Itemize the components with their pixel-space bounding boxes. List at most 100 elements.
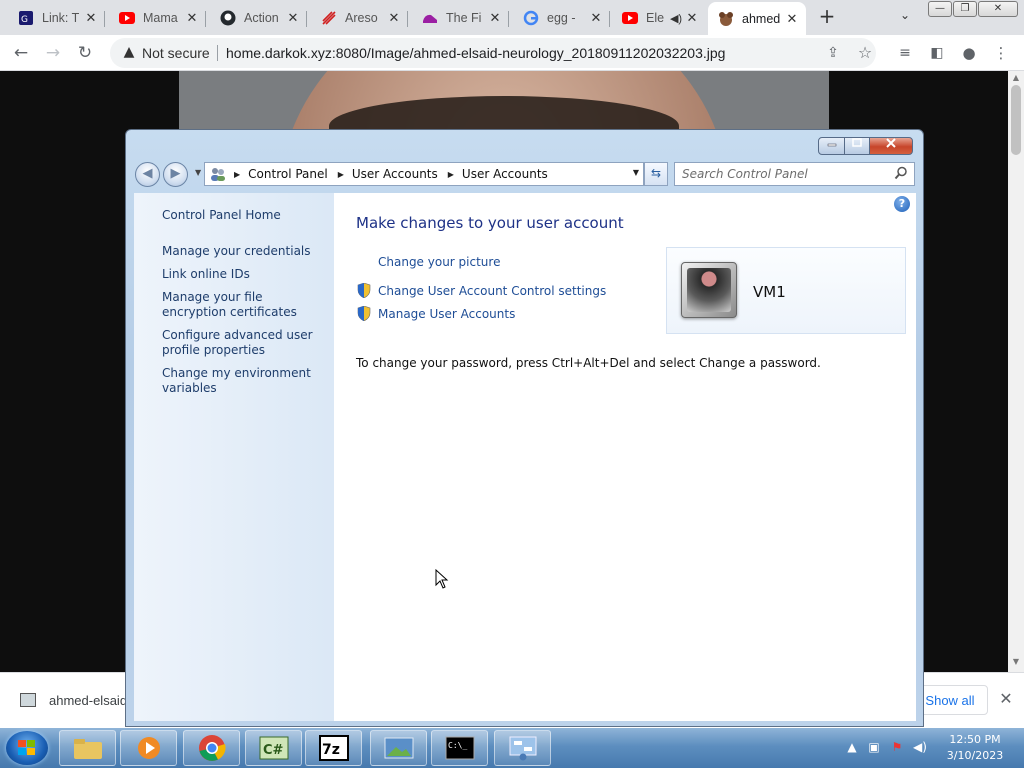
tab-title: Action xyxy=(244,11,279,25)
close-icon[interactable]: ✕ xyxy=(684,10,700,26)
account-tile: VM1 xyxy=(666,247,906,334)
breadcrumb-item[interactable]: ▶ User Accounts xyxy=(438,167,548,181)
scroll-down-icon[interactable]: ▼ xyxy=(1008,657,1024,666)
chevron-down-icon[interactable]: ▼ xyxy=(633,168,639,177)
volume-icon[interactable]: ◀) xyxy=(912,740,928,756)
vertical-scrollbar[interactable]: ▲ ▼ xyxy=(1008,71,1024,672)
browser-tab-5[interactable]: The Fi ✕ xyxy=(412,4,509,32)
address-bar[interactable]: ▲ Not secure home.darkok.xyz:8080/Image/… xyxy=(110,38,876,68)
tab-title: Mama xyxy=(143,11,178,25)
back-icon[interactable]: ← xyxy=(10,42,32,64)
action-center-flag-icon[interactable]: ⚑ xyxy=(889,740,905,756)
close-icon[interactable]: ✕ xyxy=(784,11,800,27)
media-player-taskbar-button[interactable] xyxy=(120,730,177,766)
close-icon[interactable]: ✕ xyxy=(83,10,99,26)
forward-button[interactable]: ▶ xyxy=(163,162,188,187)
close-icon[interactable]: ✕ xyxy=(996,689,1016,709)
cmd-taskbar-button[interactable]: C:\_ xyxy=(431,730,488,766)
maximize-button[interactable] xyxy=(844,137,870,155)
close-button[interactable]: ✕ xyxy=(978,1,1018,17)
browser-tab-7[interactable]: Ele ◀) ✕ xyxy=(612,4,706,32)
divider xyxy=(217,45,218,61)
minimize-button[interactable] xyxy=(818,137,845,155)
image-viewer-taskbar-button[interactable] xyxy=(370,730,427,766)
breadcrumb[interactable]: ▶ Control Panel ▶ User Accounts ▶ User Acco… xyxy=(204,162,644,186)
close-icon[interactable]: ✕ xyxy=(487,10,503,26)
warning-icon[interactable]: ▲ xyxy=(120,44,138,62)
environment-variables-link[interactable]: Change my environment variables xyxy=(162,366,322,396)
7zip-taskbar-button[interactable]: 7z xyxy=(305,730,362,766)
menu-icon[interactable]: ⋮ xyxy=(990,42,1012,64)
manage-user-accounts-link[interactable]: Manage User Accounts xyxy=(378,307,515,321)
chevron-right-icon[interactable]: ▶ xyxy=(338,170,344,179)
csharp-taskbar-button[interactable]: C# xyxy=(245,730,302,766)
chevron-right-icon[interactable]: ▶ xyxy=(448,170,454,179)
file-encryption-link[interactable]: Manage your file encryption certificates xyxy=(162,290,322,320)
control-panel-window: ◀ ▶ ▼ ▶ Control Panel ▶ User Accounts ▶ Use… xyxy=(125,129,924,727)
search-icon[interactable] xyxy=(894,166,908,180)
search-placeholder: Search Control Panel xyxy=(682,167,808,181)
network-icon[interactable]: ▣ xyxy=(866,740,882,756)
window-controls xyxy=(818,137,914,156)
security-label[interactable]: Not secure xyxy=(142,45,210,61)
change-picture-link[interactable]: Change your picture xyxy=(378,255,500,269)
time-text: 12:50 PM xyxy=(949,733,1001,746)
main-pane: ? Make changes to your user account Chan… xyxy=(334,193,916,721)
browser-toolbar: ← → ↻ ▲ Not secure home.darkok.xyz:8080/… xyxy=(0,35,1024,71)
scroll-thumb[interactable] xyxy=(1011,85,1021,155)
close-icon[interactable]: ✕ xyxy=(285,10,301,26)
browser-tab-3[interactable]: Action ✕ xyxy=(210,4,307,32)
control-panel-home-link[interactable]: Control Panel Home xyxy=(162,208,322,223)
show-hidden-icons-icon[interactable]: ▲ xyxy=(844,740,860,756)
close-icon[interactable]: ✕ xyxy=(386,10,402,26)
advanced-profile-link[interactable]: Configure advanced user profile properti… xyxy=(162,328,322,358)
bookmark-star-icon[interactable]: ☆ xyxy=(854,42,876,64)
browser-tab-6[interactable]: egg - ✕ xyxy=(513,4,610,32)
uac-settings-link[interactable]: Change User Account Control settings xyxy=(378,284,606,298)
browser-tab-1[interactable]: G Link: T ✕ xyxy=(8,4,105,32)
account-name: VM1 xyxy=(753,283,786,301)
close-icon[interactable]: ✕ xyxy=(184,10,200,26)
clock[interactable]: 12:50 PM 3/10/2023 xyxy=(940,732,1010,764)
avatar[interactable] xyxy=(681,262,737,318)
minimize-button[interactable]: — xyxy=(928,1,952,17)
help-icon[interactable]: ? xyxy=(894,196,910,212)
browser-tab-4[interactable]: Areso ✕ xyxy=(311,4,408,32)
refresh-button[interactable]: ⇆ xyxy=(644,162,668,186)
breadcrumb-item[interactable]: ▶ User Accounts xyxy=(328,167,438,181)
search-input[interactable]: Search Control Panel xyxy=(674,162,915,186)
reading-list-icon[interactable]: ≡ xyxy=(894,42,916,64)
breadcrumb-item[interactable]: ▶ Control Panel xyxy=(228,167,328,181)
restore-button[interactable]: ❐ xyxy=(953,1,977,17)
svg-text:G: G xyxy=(21,15,28,25)
windows-logo-icon xyxy=(18,740,35,755)
manage-credentials-link[interactable]: Manage your credentials xyxy=(162,244,322,259)
side-panel-icon[interactable]: ◧ xyxy=(926,42,948,64)
reload-icon[interactable]: ↻ xyxy=(74,42,96,64)
chrome-taskbar-button[interactable] xyxy=(183,730,240,766)
uac-shield-icon xyxy=(357,283,371,298)
user-accounts-icon xyxy=(208,165,228,183)
start-button[interactable] xyxy=(6,731,48,765)
date-text: 3/10/2023 xyxy=(946,749,1004,762)
speaker-icon[interactable]: ◀) xyxy=(668,12,684,25)
scroll-up-icon[interactable]: ▲ xyxy=(1008,73,1024,82)
back-button[interactable]: ◀ xyxy=(135,162,160,187)
url-text[interactable]: home.darkok.xyz:8080/Image/ahmed-elsaid-… xyxy=(226,45,725,61)
browser-tab-8[interactable]: ahmed ✕ xyxy=(708,2,806,35)
uac-shield-icon xyxy=(357,306,371,321)
download-file-name[interactable]: ahmed-elsaid xyxy=(49,693,127,708)
share-icon[interactable]: ⇪ xyxy=(822,42,844,64)
close-icon[interactable]: ✕ xyxy=(588,10,604,26)
command-prompt-icon: C:\_ xyxy=(445,736,474,760)
explorer-taskbar-button[interactable] xyxy=(59,730,116,766)
control-panel-taskbar-button[interactable] xyxy=(494,730,551,766)
tab-search-icon[interactable]: ⌄ xyxy=(896,8,914,26)
close-button[interactable] xyxy=(869,137,913,155)
new-tab-button[interactable]: + xyxy=(816,6,838,28)
chevron-right-icon[interactable]: ▶ xyxy=(234,170,240,179)
browser-tab-2[interactable]: Mama ✕ xyxy=(109,4,206,32)
link-online-ids-link[interactable]: Link online IDs xyxy=(162,267,322,282)
forward-icon[interactable]: → xyxy=(42,42,64,64)
profile-icon[interactable]: ● xyxy=(958,42,980,64)
